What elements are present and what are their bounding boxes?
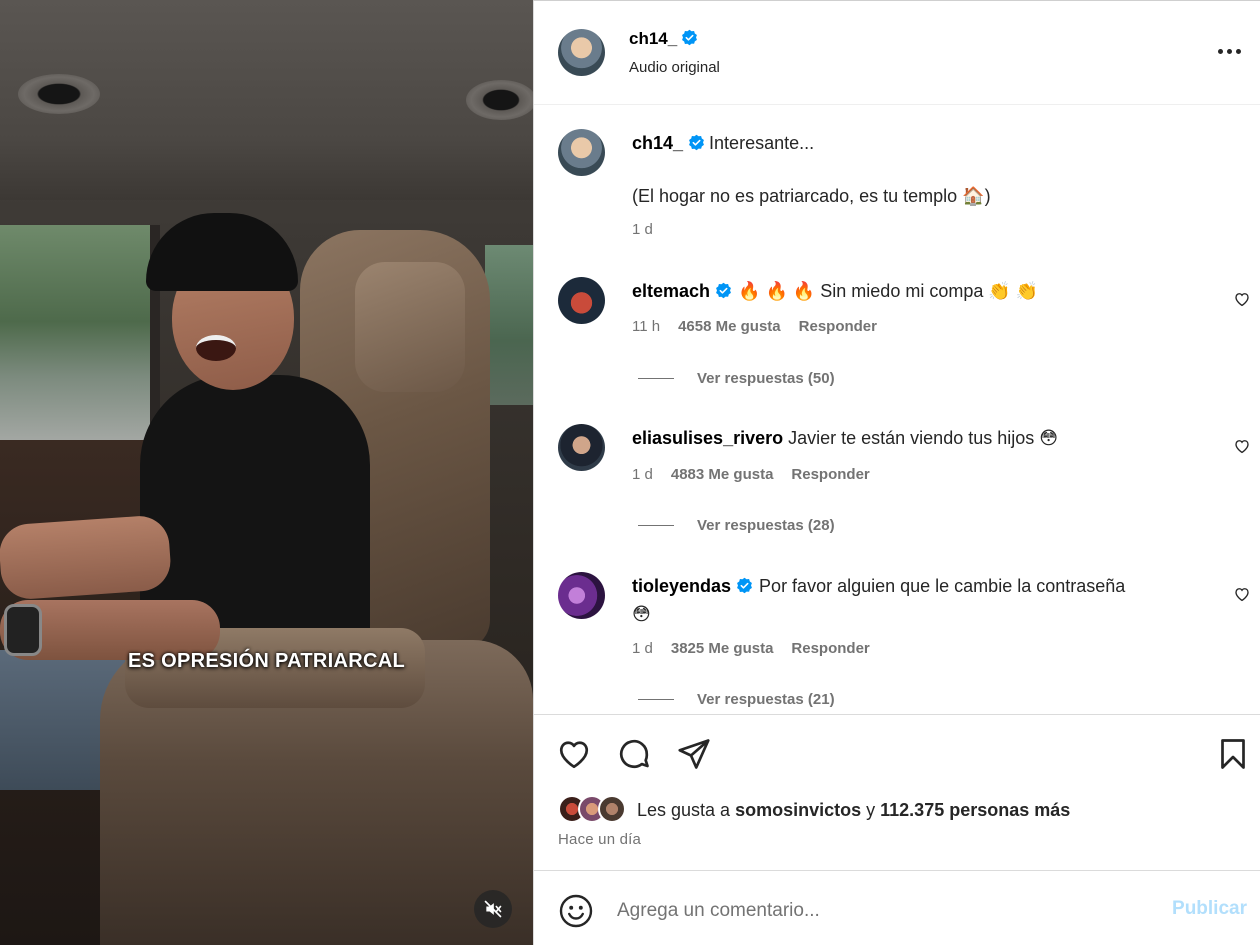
comment-body: 🔥 🔥 🔥 Sin miedo mi compa 👏 👏: [738, 281, 1039, 301]
comment-username[interactable]: tioleyendas: [632, 576, 731, 596]
post-header: ch14_ Audio original: [534, 0, 1260, 105]
car-window: [485, 245, 533, 405]
comment-meta: 1 d 4883 Me gusta Responder: [632, 466, 888, 483]
air-vent: [466, 80, 533, 120]
comment-likes[interactable]: 4658 Me gusta: [678, 318, 781, 335]
seat-headrest: [355, 262, 465, 392]
view-replies-label: Ver respuestas (28): [697, 517, 835, 534]
air-vent: [18, 74, 100, 114]
comment-body-line2: 😳: [632, 604, 651, 624]
like-heart-icon[interactable]: [556, 736, 592, 772]
comment-age: 1 d: [632, 466, 653, 483]
caption-line1: Interesante...: [709, 133, 815, 153]
view-replies-label: Ver respuestas (21): [697, 691, 835, 708]
avatar: [598, 795, 626, 823]
comment-likes[interactable]: 3825 Me gusta: [671, 640, 774, 657]
comment-body: Javier te están viendo tus hijos 😳: [788, 428, 1059, 448]
save-bookmark-icon[interactable]: [1215, 736, 1251, 772]
dot-icon: [1217, 48, 1223, 54]
avatar[interactable]: [558, 29, 605, 76]
speaker-muted-icon: [484, 900, 502, 918]
comment-text: eltemach 🔥 🔥 🔥 Sin miedo mi compa 👏 👏: [632, 279, 1038, 303]
view-replies-button[interactable]: Ver respuestas (21): [638, 691, 835, 708]
comments-list[interactable]: ch14_ Interesante... (El hogar no es patr…: [534, 106, 1260, 714]
like-comment-heart-icon[interactable]: [1233, 290, 1251, 308]
audio-label[interactable]: Audio original: [629, 59, 720, 76]
liker-avatars: [558, 795, 633, 825]
likes-connector: y: [861, 799, 881, 820]
comment-meta: 11 h 4658 Me gusta Responder: [632, 318, 895, 335]
replies-divider: [638, 378, 674, 379]
panel-top-border: [533, 0, 1260, 1]
reply-button[interactable]: Responder: [791, 640, 869, 657]
post-timestamp[interactable]: Hace un día: [558, 831, 641, 848]
avatar[interactable]: [558, 572, 605, 619]
avatar[interactable]: [558, 424, 605, 471]
reel-video[interactable]: ES OPRESIÓN PATRIARCAL: [0, 0, 533, 945]
verified-badge-icon: [737, 577, 752, 594]
view-replies-button[interactable]: Ver respuestas (50): [638, 370, 835, 387]
dot-icon: [1235, 48, 1241, 54]
comment-age: 1 d: [632, 640, 653, 657]
caption-line2: (El hogar no es patriarcado, es tu templ…: [632, 186, 991, 206]
person-cap: [146, 213, 298, 291]
comment-body: Por favor alguien que le cambie la contr…: [759, 576, 1126, 596]
more-options-button[interactable]: [1215, 42, 1243, 60]
avatar[interactable]: [558, 129, 605, 176]
comment-username[interactable]: eliasulises_rivero: [632, 428, 783, 448]
post-panel: ch14_ Audio original ch14_ Interesante...…: [533, 0, 1260, 945]
dot-icon: [1226, 48, 1232, 54]
likes-count[interactable]: 112.375 personas más: [880, 800, 1070, 821]
emoji-icon[interactable]: [558, 893, 594, 929]
share-send-icon[interactable]: [676, 736, 712, 772]
mute-button[interactable]: [474, 890, 512, 928]
comment-bubble-icon[interactable]: [616, 736, 652, 772]
comment-text: eliasulises_rivero Javier te están viendo…: [632, 426, 1058, 450]
like-comment-heart-icon[interactable]: [1233, 585, 1251, 603]
post-actions: Les gusta a somosinvictos y 112.375 pers…: [534, 714, 1260, 870]
caption-text: ch14_ Interesante...: [632, 131, 814, 155]
comment-input[interactable]: [617, 895, 1157, 927]
likes-summary[interactable]: Les gusta a somosinvictos y 112.375 pers…: [558, 795, 1070, 825]
publish-button[interactable]: Publicar: [1172, 898, 1247, 920]
likes-prefix: Les gusta a: [637, 799, 736, 820]
comment-likes[interactable]: 4883 Me gusta: [671, 466, 774, 483]
reply-button[interactable]: Responder: [791, 466, 869, 483]
person-mouth: [196, 335, 236, 361]
like-comment-heart-icon[interactable]: [1233, 437, 1251, 455]
comment-composer: Publicar: [534, 870, 1260, 945]
verified-badge-icon: [716, 282, 731, 299]
comment-age: 11 h: [632, 318, 661, 335]
comment-username[interactable]: eltemach: [632, 281, 710, 301]
replies-divider: [638, 525, 674, 526]
person-arm: [0, 514, 173, 601]
video-caption: ES OPRESIÓN PATRIARCAL: [128, 650, 405, 672]
author-username[interactable]: ch14_: [629, 29, 677, 48]
comment-text: tioleyendas Por favor alguien que le camb…: [632, 574, 1125, 598]
reply-button[interactable]: Responder: [799, 318, 877, 335]
view-replies-label: Ver respuestas (50): [697, 370, 835, 387]
car-window: [0, 225, 160, 440]
avatar[interactable]: [558, 277, 605, 324]
comment-meta: 1 d 3825 Me gusta Responder: [632, 640, 888, 657]
replies-divider: [638, 699, 674, 700]
verified-badge-icon: [682, 29, 698, 46]
caption-age: 1 d: [632, 221, 653, 238]
caption-username[interactable]: ch14_: [632, 133, 683, 153]
verified-badge-icon: [689, 134, 704, 151]
liker-username[interactable]: somosinvictos: [735, 800, 861, 821]
wristwatch: [4, 604, 42, 656]
view-replies-button[interactable]: Ver respuestas (28): [638, 517, 835, 534]
